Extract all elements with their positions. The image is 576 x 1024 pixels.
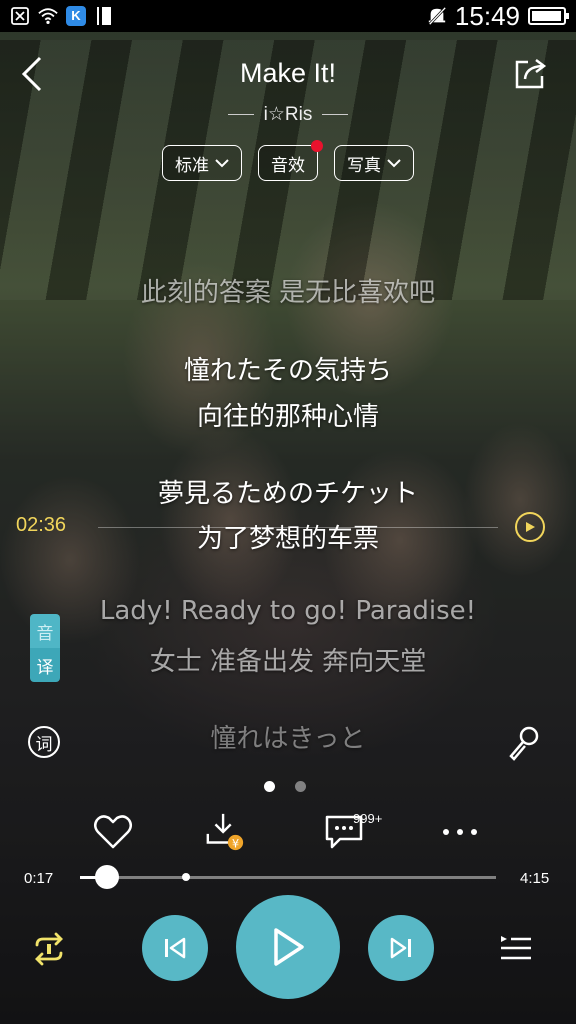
playlist-button[interactable] bbox=[498, 930, 534, 966]
page-dot[interactable] bbox=[295, 781, 306, 792]
download-icon: ¥ bbox=[206, 813, 244, 850]
play-button[interactable] bbox=[236, 895, 340, 999]
play-icon bbox=[526, 522, 535, 532]
page-indicator bbox=[264, 781, 306, 792]
seek-play-button[interactable] bbox=[515, 512, 545, 542]
share-button[interactable] bbox=[512, 54, 550, 92]
lyric-line: 憧れたその気持ち bbox=[183, 356, 392, 386]
artist-name[interactable]: i☆Ris bbox=[264, 103, 313, 126]
total-duration: 4:15 bbox=[520, 870, 550, 887]
battery-icon bbox=[528, 7, 569, 25]
previous-button[interactable] bbox=[142, 915, 208, 981]
quality-chip[interactable]: 标准 bbox=[162, 145, 242, 181]
translate-toggle-translation: 译 bbox=[30, 648, 60, 682]
lyric-line: Lady! Ready to go! Paradise! bbox=[99, 596, 477, 626]
karaoke-mic-button[interactable] bbox=[506, 726, 540, 762]
seek-time-marker: 02:36 bbox=[16, 514, 67, 536]
lyric-translation: 向往的那种心情 bbox=[196, 402, 379, 432]
elapsed-time: 0:17 bbox=[24, 870, 54, 887]
translate-toggle-original: 音 bbox=[30, 614, 60, 648]
heart-icon bbox=[94, 815, 132, 849]
chip-row: 标准 音效 写真 bbox=[0, 140, 576, 181]
play-icon bbox=[274, 928, 304, 966]
photos-label: 写真 bbox=[347, 155, 381, 176]
mute-icon bbox=[427, 6, 447, 26]
repeat-icon bbox=[35, 932, 63, 966]
share-icon bbox=[515, 59, 547, 89]
next-button[interactable] bbox=[368, 915, 434, 981]
effects-label: 音效 bbox=[271, 155, 305, 176]
lyric-line: 此刻的答案 是无比喜欢吧 bbox=[140, 278, 436, 308]
quality-label: 标准 bbox=[175, 155, 209, 176]
wifi-icon bbox=[38, 6, 58, 26]
effects-chip[interactable]: 音效 bbox=[258, 140, 323, 181]
repeat-mode-button[interactable] bbox=[28, 928, 70, 970]
more-button[interactable] bbox=[440, 812, 480, 852]
lyric-line: 憧れはきっと bbox=[210, 724, 366, 754]
lyrics-button-label: 词 bbox=[35, 734, 53, 755]
comment-count-badge: 999+ bbox=[353, 811, 383, 826]
bookmark-icon bbox=[94, 6, 114, 26]
like-button[interactable] bbox=[92, 812, 134, 852]
chevron-down-icon bbox=[215, 159, 229, 168]
divider bbox=[227, 114, 254, 115]
lyrics-button[interactable]: 词 bbox=[28, 726, 60, 758]
lyric-translation: 为了梦想的车票 bbox=[196, 524, 379, 554]
translate-toggle[interactable]: 音 译 bbox=[30, 614, 60, 682]
more-dots-icon bbox=[443, 829, 477, 835]
lyric-line: 夢見るためのチケット bbox=[157, 479, 418, 509]
photos-chip[interactable]: 写真 bbox=[334, 145, 414, 181]
song-title: Make It! bbox=[239, 58, 337, 88]
microphone-icon bbox=[509, 726, 539, 761]
k-app-icon: K bbox=[66, 6, 86, 26]
notification-dot bbox=[311, 140, 323, 152]
status-bar: K 15:49 bbox=[0, 0, 576, 32]
paid-badge: ¥ bbox=[232, 836, 239, 850]
seek-guide-line bbox=[98, 527, 498, 528]
progress-bar[interactable] bbox=[80, 865, 496, 889]
skip-previous-icon bbox=[165, 937, 186, 959]
download-button[interactable]: ¥ bbox=[204, 812, 246, 852]
chevron-down-icon bbox=[387, 159, 401, 168]
notification-x-icon bbox=[10, 6, 30, 26]
clock: 15:49 bbox=[454, 0, 520, 31]
playlist-icon bbox=[501, 936, 531, 960]
divider bbox=[322, 114, 349, 115]
lyric-translation: 女士 准备出发 奔向天堂 bbox=[149, 647, 427, 677]
skip-next-icon bbox=[390, 937, 411, 959]
artist-row: i☆Ris bbox=[0, 103, 576, 126]
page-dot-active[interactable] bbox=[264, 781, 275, 792]
